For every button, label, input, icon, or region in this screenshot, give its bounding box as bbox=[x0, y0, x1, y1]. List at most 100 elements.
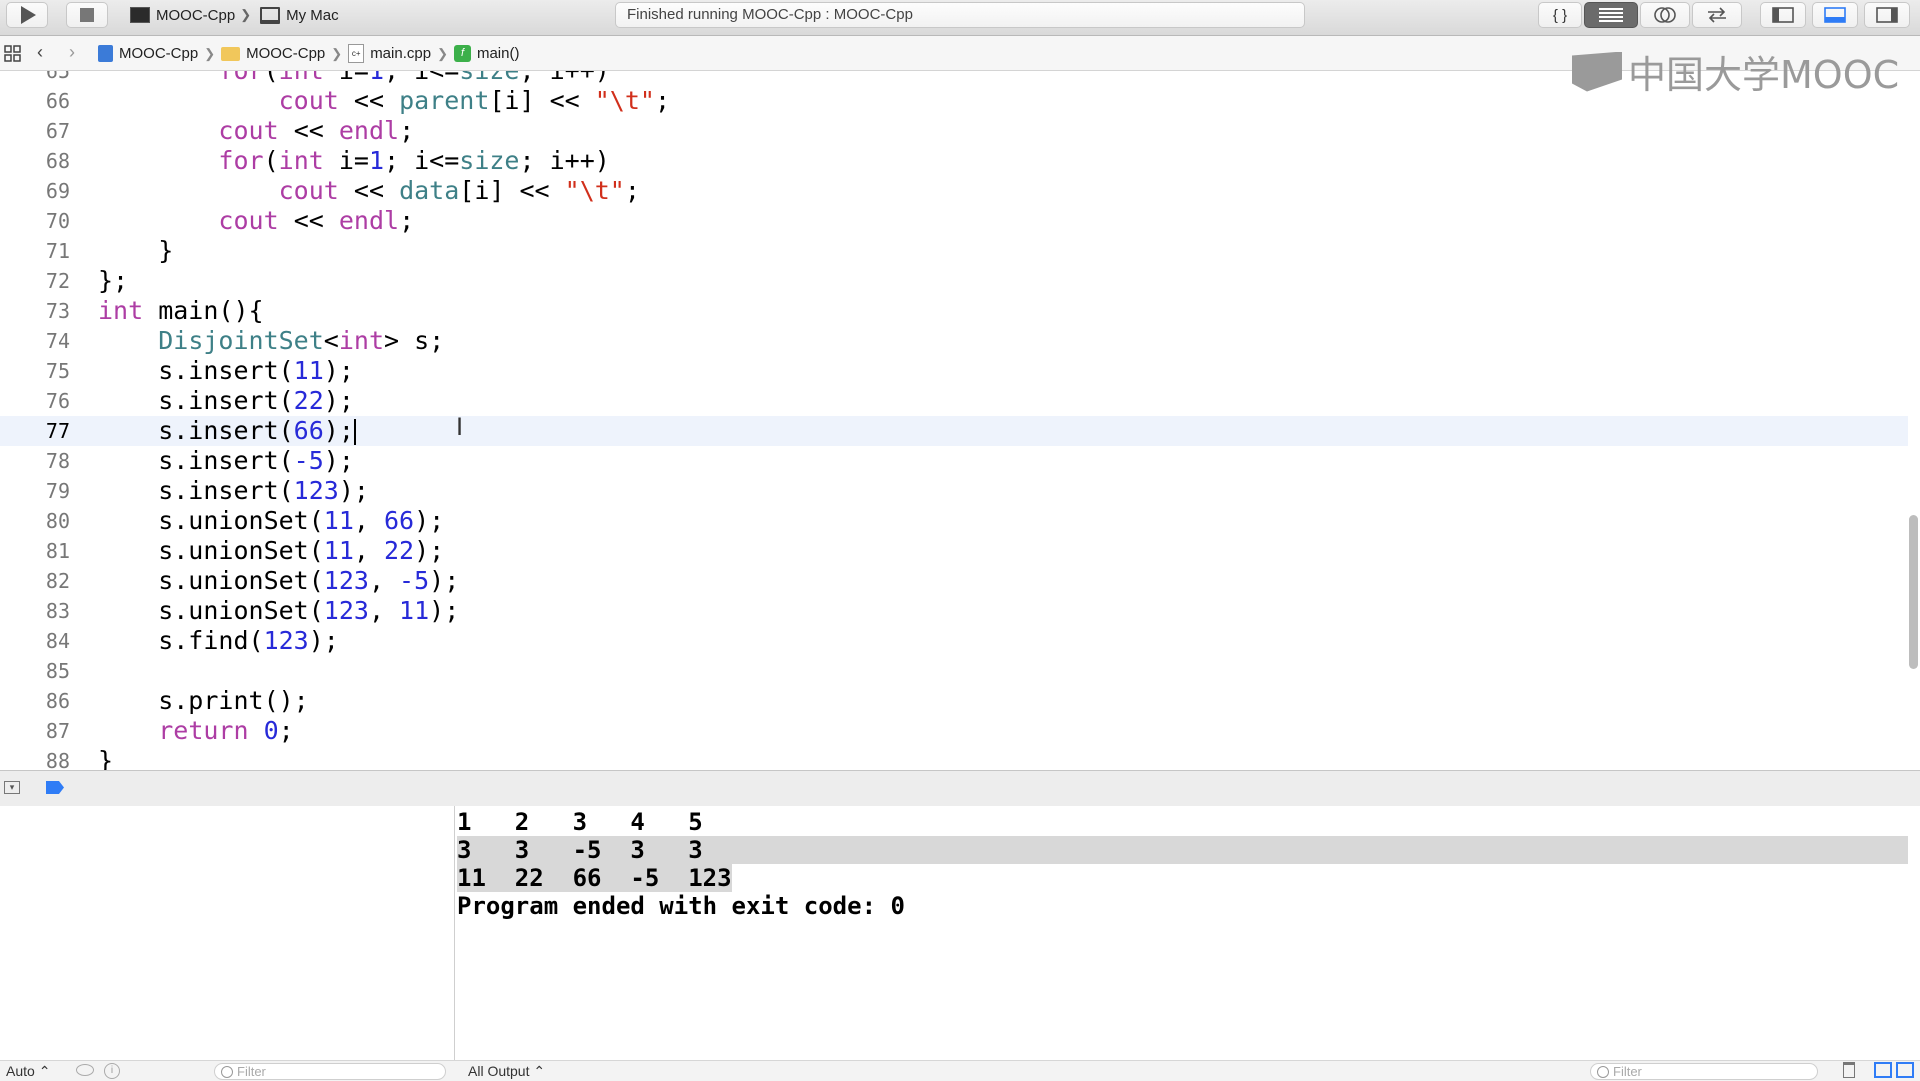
code-line[interactable]: 72}; bbox=[0, 266, 1908, 296]
code-line[interactable]: 85 bbox=[0, 656, 1908, 686]
line-number: 71 bbox=[45, 239, 70, 263]
version-editor-button[interactable] bbox=[1692, 2, 1742, 28]
editor-scrollbar[interactable] bbox=[1909, 515, 1918, 669]
run-button[interactable] bbox=[6, 2, 48, 28]
code-line[interactable]: 88} bbox=[0, 746, 1908, 770]
right-panel-icon bbox=[1876, 7, 1898, 23]
code-line[interactable]: 80 s.unionSet(11, 66); bbox=[0, 506, 1908, 536]
line-number: 79 bbox=[45, 479, 70, 503]
code-text: cout << endl; bbox=[218, 206, 415, 235]
code-line[interactable]: 75 s.insert(11); bbox=[0, 356, 1908, 386]
code-line[interactable]: 77 s.insert(66); bbox=[0, 416, 1908, 446]
code-text: for(int i=1; i<=size; i++) bbox=[98, 71, 609, 86]
terminal-icon bbox=[130, 7, 150, 23]
code-line[interactable]: 83 s.unionSet(123, 11); bbox=[0, 596, 1908, 626]
breadcrumb-file[interactable]: main.cpp bbox=[370, 45, 431, 62]
function-icon: f bbox=[453, 45, 471, 62]
breakpoint-toggle-icon[interactable] bbox=[46, 781, 64, 794]
code-line[interactable]: 70 cout << endl; bbox=[0, 206, 1908, 236]
breadcrumb-symbol[interactable]: main() bbox=[477, 45, 520, 62]
code-text: } bbox=[98, 236, 174, 265]
code-line[interactable]: 79 s.insert(123); bbox=[0, 476, 1908, 506]
filter-icon bbox=[221, 1066, 233, 1078]
chevron-right-icon: ❯ bbox=[240, 7, 252, 22]
variables-view[interactable] bbox=[0, 806, 455, 1060]
code-text: s.insert(-5); bbox=[98, 446, 354, 475]
variables-filter-field[interactable]: Filter bbox=[214, 1063, 446, 1080]
ibeam-cursor-icon: I bbox=[456, 413, 464, 441]
trash-icon[interactable] bbox=[1843, 1062, 1855, 1078]
line-number: 70 bbox=[45, 209, 70, 233]
show-console-icon[interactable] bbox=[1896, 1062, 1914, 1078]
related-items-button[interactable] bbox=[4, 45, 21, 66]
code-line[interactable]: 71 } bbox=[0, 236, 1908, 266]
toggle-navigator-button[interactable] bbox=[1760, 2, 1806, 28]
back-arrow-icon[interactable]: ‹ bbox=[37, 42, 43, 63]
line-number: 66 bbox=[45, 89, 70, 113]
braces-icon: { } bbox=[1552, 6, 1568, 24]
code-text: cout << endl; bbox=[218, 116, 415, 145]
stop-button[interactable] bbox=[66, 2, 108, 28]
toggle-utilities-button[interactable] bbox=[1864, 2, 1910, 28]
project-icon bbox=[98, 45, 113, 62]
code-line[interactable]: 87 return 0; bbox=[0, 716, 1908, 746]
code-line[interactable]: 86 s.print(); bbox=[0, 686, 1908, 716]
console-output[interactable]: 1 2 3 4 53 3 -5 3 3 11 22 66 -5 123 Progra… bbox=[455, 806, 1920, 1060]
code-text: s.insert(22); bbox=[98, 386, 354, 415]
hide-debug-area-button[interactable]: ▾ bbox=[4, 781, 20, 794]
code-line[interactable]: 69 cout << data[i] << "\t"; bbox=[0, 176, 1908, 206]
line-number: 73 bbox=[45, 299, 70, 323]
toolbar: MOOC-Cpp ❯ My Mac Finished running MOOC-… bbox=[0, 0, 1920, 36]
left-panel-icon bbox=[1772, 7, 1794, 23]
console-line: 11 22 66 -5 123 bbox=[457, 864, 732, 892]
console-line: 3 3 -5 3 3 bbox=[457, 836, 1908, 864]
code-line[interactable]: 81 s.unionSet(11, 22); bbox=[0, 536, 1908, 566]
console-line: Program ended with exit code: 0 bbox=[457, 892, 905, 920]
line-number: 67 bbox=[45, 119, 70, 143]
show-variables-icon[interactable] bbox=[1874, 1062, 1892, 1078]
destination-name: My Mac bbox=[286, 6, 339, 24]
code-line[interactable]: 68 for(int i=1; i<=size; i++) bbox=[0, 146, 1908, 176]
code-text: s.insert(66); bbox=[98, 416, 356, 445]
console-filter-field[interactable]: Filter bbox=[1590, 1063, 1818, 1080]
code-snippets-button[interactable]: { } bbox=[1538, 2, 1582, 28]
line-number: 83 bbox=[45, 599, 70, 623]
output-select[interactable]: All Output ⌃ bbox=[468, 1063, 545, 1080]
line-number: 74 bbox=[45, 329, 70, 353]
assistant-editor-button[interactable] bbox=[1640, 2, 1690, 28]
line-number: 80 bbox=[45, 509, 70, 533]
toggle-debug-area-button[interactable] bbox=[1812, 2, 1858, 28]
info-icon[interactable]: i bbox=[104, 1063, 120, 1079]
variables-scope-select[interactable]: Auto ⌃ bbox=[6, 1063, 50, 1080]
code-text: s.unionSet(11, 22); bbox=[98, 536, 445, 565]
code-line[interactable]: 84 s.find(123); bbox=[0, 626, 1908, 656]
code-line[interactable]: 82 s.unionSet(123, -5); bbox=[0, 566, 1908, 596]
forward-arrow-icon[interactable]: › bbox=[69, 42, 75, 63]
code-text: s.print(); bbox=[98, 686, 309, 715]
line-number: 72 bbox=[45, 269, 70, 293]
source-editor[interactable]: 65 for(int i=1; i<=size; i++) 66 cout << … bbox=[0, 71, 1920, 770]
scheme-name: MOOC-Cpp bbox=[156, 6, 236, 24]
folder-icon bbox=[221, 46, 241, 61]
mac-icon bbox=[260, 6, 281, 24]
chevron-right-icon: ❯ bbox=[204, 45, 216, 61]
line-number: 87 bbox=[45, 719, 70, 743]
line-number: 84 bbox=[45, 629, 70, 653]
code-text: s.unionSet(123, -5); bbox=[98, 566, 460, 595]
code-line[interactable]: 76 s.insert(22); bbox=[0, 386, 1908, 416]
debug-footer: Auto ⌃ i Filter All Output ⌃ Filter bbox=[0, 1060, 1920, 1081]
standard-editor-button[interactable] bbox=[1584, 2, 1638, 28]
code-line[interactable]: 78 s.insert(-5); bbox=[0, 446, 1908, 476]
code-line[interactable]: 74 DisjointSet<int> s; bbox=[0, 326, 1908, 356]
scheme-selector[interactable]: MOOC-Cpp ❯ My Mac bbox=[130, 3, 339, 27]
watermark-text: 中国大学MOOC bbox=[1628, 53, 1900, 97]
venn-icon bbox=[1654, 7, 1676, 23]
breadcrumb-project[interactable]: MOOC-Cpp bbox=[119, 45, 198, 62]
line-number: 65 bbox=[45, 71, 70, 83]
variables-filter-placeholder: Filter bbox=[237, 1064, 266, 1079]
code-line[interactable]: 67 cout << endl; bbox=[0, 116, 1908, 146]
code-text: return 0; bbox=[158, 716, 294, 745]
breadcrumb-group[interactable]: MOOC-Cpp bbox=[246, 45, 325, 62]
eye-icon[interactable] bbox=[76, 1064, 94, 1076]
code-line[interactable]: 73 int main(){ bbox=[0, 296, 1908, 326]
